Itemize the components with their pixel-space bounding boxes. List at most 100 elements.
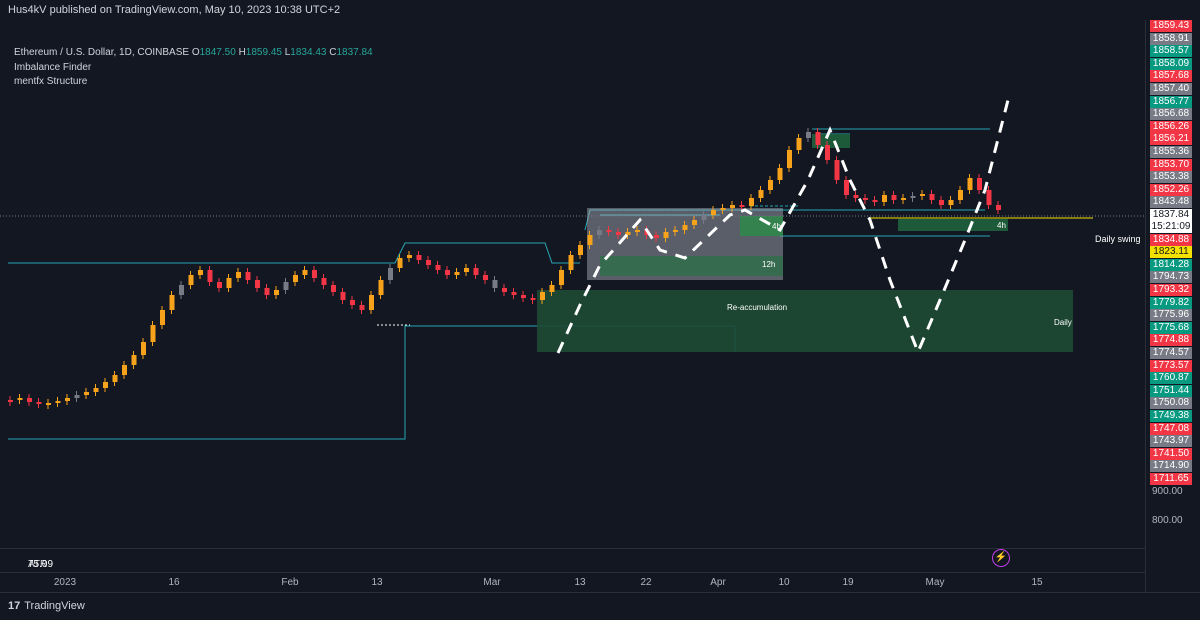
close-value: 1837.84 — [336, 47, 373, 58]
candle-body — [36, 402, 42, 404]
candle-body — [606, 230, 612, 232]
candle-body — [350, 300, 355, 305]
candle-body — [844, 180, 849, 195]
high-value: 1859.45 — [245, 47, 282, 58]
price-label: 1853.70 — [1150, 158, 1192, 171]
candle-body — [264, 288, 270, 295]
candle-body — [369, 295, 374, 310]
price-axis[interactable]: 1859.43 1858.91 1858.57 1858.09 1857.68 1857.… — [1145, 20, 1200, 592]
time-tick: 2023 — [53, 577, 77, 588]
candle-body — [958, 190, 963, 200]
candle-body — [597, 230, 602, 235]
price-label: 1856.77 — [1150, 95, 1192, 108]
daily-zone — [537, 290, 1073, 352]
indicator-imbalance-finder[interactable]: Imbalance Finder — [14, 61, 373, 76]
candlestick-series — [8, 128, 1001, 409]
price-label: 1857.68 — [1150, 70, 1192, 83]
tag-4h-a: 4h — [772, 222, 781, 231]
price-label: 1751.44 — [1150, 384, 1192, 397]
candle-body — [359, 305, 365, 310]
price-label: 1775.96 — [1150, 309, 1192, 322]
price-label: 1711.65 — [1150, 473, 1192, 485]
open-value: 1847.50 — [199, 47, 236, 58]
zone-12h — [600, 256, 783, 276]
tradingview-logo[interactable]: 17 TradingView — [8, 600, 85, 612]
tag-daily: Daily — [1054, 318, 1072, 327]
time-tick: Feb — [281, 577, 299, 588]
price-label: 1856.21 — [1150, 133, 1192, 146]
candle-body — [996, 205, 1001, 210]
candle-body — [169, 295, 175, 310]
candle-body — [17, 398, 23, 400]
symbol-name: Ethereum / U.S. Dollar, 1D, COINBASE — [14, 47, 190, 58]
symbol-ohlc-row: Ethereum / U.S. Dollar, 1D, COINBASE O18… — [14, 47, 373, 58]
price-label: 1856.26 — [1150, 120, 1192, 133]
time-tick: 10 — [778, 577, 790, 588]
candle-body — [84, 392, 89, 395]
candle-body — [777, 168, 783, 180]
price-label: 1747.08 — [1150, 422, 1192, 435]
candle-body — [217, 282, 222, 288]
candle-body — [825, 145, 830, 160]
candle-body — [901, 198, 906, 200]
candle-body — [863, 198, 868, 200]
candle-body — [511, 292, 517, 295]
candle-body — [150, 325, 156, 342]
structure-lines — [8, 128, 990, 440]
time-axis[interactable]: 2023 16 Feb 13 Mar 13 22 Apr 10 19 May 15 — [0, 572, 1145, 593]
candle-body — [283, 282, 289, 290]
candle-body — [749, 198, 754, 206]
zone-4h-b — [898, 219, 1008, 231]
indicator-mentfx-structure[interactable]: mentfx Structure — [14, 75, 373, 90]
price-chart[interactable]: Ethereum / U.S. Dollar, 1D, COINBASE O18… — [0, 20, 1145, 567]
candle-body — [692, 220, 697, 225]
candle-body — [188, 275, 194, 285]
time-tick: Mar — [483, 577, 501, 588]
candle-body — [920, 194, 925, 196]
candle-body — [977, 178, 982, 190]
candle-body — [141, 342, 146, 355]
price-label: 1856.68 — [1150, 108, 1192, 121]
price-scale-label: 800.00 — [1152, 515, 1183, 526]
price-label: 1837.84 — [1150, 209, 1192, 221]
candle-body — [540, 292, 545, 300]
price-label: 1857.40 — [1150, 83, 1192, 95]
candle-body — [739, 205, 745, 207]
price-label: 1773.57 — [1150, 359, 1192, 372]
candle-body — [682, 225, 688, 230]
atr-value: 75.09 — [28, 559, 54, 570]
time-tick: 19 — [842, 577, 854, 588]
candle-body — [701, 215, 707, 220]
price-label: 1793.32 — [1150, 284, 1192, 296]
candle-body — [768, 180, 773, 190]
price-label: 1858.57 — [1150, 45, 1192, 58]
publisher-bar: Hus4kV published on TradingView.com, May… — [0, 0, 1200, 21]
price-label: 15:21:09 — [1150, 221, 1192, 233]
candle-body — [616, 232, 621, 235]
time-tick: 15 — [1031, 577, 1043, 588]
candle-body — [787, 150, 792, 168]
time-tick: 13 — [574, 577, 586, 588]
candle-body — [93, 388, 99, 392]
candle-body — [74, 395, 80, 398]
low-value: 1834.43 — [290, 47, 327, 58]
candle-body — [435, 265, 441, 270]
price-label: 1760.87 — [1150, 372, 1192, 385]
candle-body — [578, 245, 583, 255]
candle-body — [274, 290, 279, 295]
candle-body — [407, 255, 412, 258]
price-label: 1794.73 — [1150, 271, 1192, 284]
candle-body — [445, 270, 450, 275]
candle-body — [293, 275, 298, 282]
chart-canvas[interactable] — [0, 20, 1145, 547]
candle-body — [312, 270, 317, 278]
time-tick: May — [925, 577, 945, 588]
candle-body — [521, 295, 526, 298]
candle-body — [473, 268, 479, 275]
price-scale-label: 900.00 — [1152, 486, 1183, 497]
candle-body — [834, 160, 840, 180]
price-label: 1852.26 — [1150, 183, 1192, 196]
candle-body — [720, 208, 726, 210]
candle-body — [65, 398, 70, 401]
candle-body — [198, 270, 203, 275]
